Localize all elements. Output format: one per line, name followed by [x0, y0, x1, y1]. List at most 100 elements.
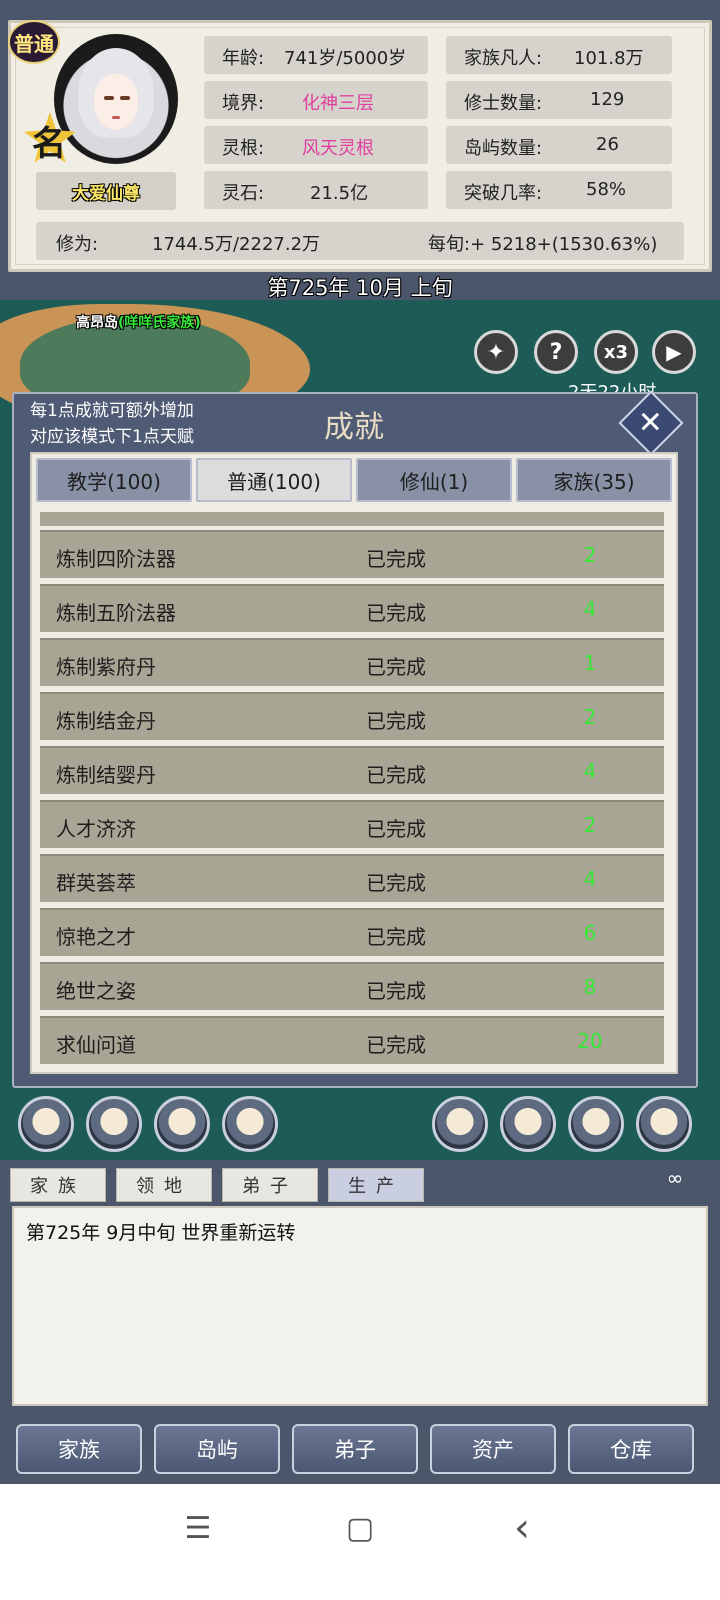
message-log[interactable]: 第725年 9月中旬 世界重新运转 [12, 1206, 708, 1406]
tab-normal[interactable]: 普通(100) [196, 458, 352, 502]
stat-age: 年龄: 741岁/5000岁 [204, 36, 428, 74]
achievement-name: 炼制紫府丹 [56, 655, 156, 679]
achievement-panel: 教学(100) 普通(100) 修仙(1) 家族(35) 炼制四阶法器 已完成 … [30, 452, 678, 1074]
achievement-points: 2 [583, 705, 597, 729]
achievement-name: 炼制结金丹 [56, 709, 156, 733]
avatar-mouth [112, 116, 120, 119]
list-item[interactable]: 人才济济 已完成 2 [40, 800, 664, 848]
stat-age-label: 年龄: [222, 48, 265, 69]
island-label: 高昂岛(咩咩氏家族) [76, 312, 201, 332]
achievement-points: 2 [583, 813, 597, 837]
list-item[interactable]: 惊艳之才 已完成 6 [40, 908, 664, 956]
pavilion-icon[interactable] [500, 1096, 556, 1152]
stat-spirit-stones-value: 21.5亿 [310, 183, 369, 204]
achievement-tabs: 教学(100) 普通(100) 修仙(1) 家族(35) [36, 458, 672, 504]
game-screen: 普通 名 大爱仙尊 年龄: 741岁/5000岁 家族凡人: 101.8万 境界… [0, 0, 720, 1600]
stat-spirit-stones-label: 灵石: [222, 183, 265, 204]
menu-icon[interactable]: ☰ [170, 1500, 226, 1556]
achievement-status: 已完成 [366, 763, 426, 787]
achievement-name: 炼制四阶法器 [56, 547, 176, 571]
stat-cultivators-label: 修士数量: [464, 93, 543, 114]
gear-icon[interactable] [636, 1096, 692, 1152]
disciple-portrait-icon[interactable] [86, 1096, 142, 1152]
speed-button[interactable]: x3 [594, 330, 638, 374]
nav-family-button[interactable]: 家族 [16, 1424, 142, 1474]
achievement-name: 炼制五阶法器 [56, 601, 176, 625]
stat-islands: 岛屿数量: 26 [446, 126, 672, 164]
talisman-icon[interactable] [432, 1096, 488, 1152]
stat-realm-value: 化神三层 [302, 93, 374, 114]
list-item[interactable]: 炼制结婴丹 已完成 4 [40, 746, 664, 794]
nav-assets-button[interactable]: 资产 [430, 1424, 556, 1474]
cultivation-value: 1744.5万/2227.2万 [152, 234, 321, 255]
nav-disciples-button[interactable]: 弟子 [292, 1424, 418, 1474]
chat-icon[interactable]: ∞ [652, 1166, 698, 1196]
stat-age-value: 741岁/5000岁 [284, 48, 407, 69]
list-item[interactable]: 群英荟萃 已完成 4 [40, 854, 664, 902]
flag-icon[interactable] [568, 1096, 624, 1152]
message-log-entry: 第725年 9月中旬 世界重新运转 [26, 1222, 296, 1244]
fortune-icon[interactable] [18, 1096, 74, 1152]
scroll-icon[interactable] [154, 1096, 210, 1152]
msg-tab-family[interactable]: 家族 [10, 1168, 106, 1202]
back-icon[interactable]: ‹ [494, 1500, 550, 1556]
achievement-points: 8 [583, 975, 597, 999]
stat-cultivators-value: 129 [590, 89, 625, 110]
island-family: (咩咩氏家族) [118, 315, 201, 331]
difficulty-badge: 普通 [8, 20, 60, 64]
list-item[interactable]: 炼制紫府丹 已完成 1 [40, 638, 664, 686]
play-button[interactable]: ▶ [652, 330, 696, 374]
list-item[interactable]: 炼制结金丹 已完成 2 [40, 692, 664, 740]
tab-tutorial[interactable]: 教学(100) [36, 458, 192, 502]
msg-tab-disciples[interactable]: 弟子 [222, 1168, 318, 1202]
achievement-status: 已完成 [366, 601, 426, 625]
hand-icon[interactable] [222, 1096, 278, 1152]
achievement-points: 1 [583, 651, 597, 675]
list-item[interactable]: 求仙问道 已完成 20 [40, 1016, 664, 1064]
avatar-eye-right [120, 96, 130, 100]
achievement-status: 已完成 [366, 925, 426, 949]
stat-spirit-root-label: 灵根: [222, 138, 265, 159]
achievement-status: 已完成 [366, 709, 426, 733]
stat-realm-label: 境界: [222, 93, 265, 114]
achievement-points: 2 [583, 543, 597, 567]
list-item[interactable]: 绝世之姿 已完成 8 [40, 962, 664, 1010]
list-item[interactable]: 炼制五阶法器 已完成 4 [40, 584, 664, 632]
achievement-status: 已完成 [366, 655, 426, 679]
player-title[interactable]: 大爱仙尊 [36, 172, 176, 210]
list-item[interactable]: 炼制四阶法器 已完成 2 [40, 530, 664, 578]
msg-tab-territory[interactable]: 领地 [116, 1168, 212, 1202]
stat-mortals-value: 101.8万 [574, 48, 644, 69]
stat-breakthrough-label: 突破几率: [464, 183, 543, 204]
nav-islands-button[interactable]: 岛屿 [154, 1424, 280, 1474]
achievement-points: 6 [583, 921, 597, 945]
stat-islands-label: 岛屿数量: [464, 138, 543, 159]
stat-spirit-root-value: 风天灵根 [302, 138, 374, 159]
tab-cultivation[interactable]: 修仙(1) [356, 458, 512, 502]
stat-spirit-stones: 灵石: 21.5亿 [204, 171, 428, 209]
achievement-name: 绝世之姿 [56, 979, 136, 1003]
cultivation-per-period: 每旬:+ 5218+(1530.63%) [428, 234, 658, 255]
achievement-points: 4 [583, 597, 597, 621]
dialog-title: 成就 [324, 410, 384, 445]
achievement-points: 4 [583, 759, 597, 783]
avatar-face [94, 74, 138, 130]
stat-realm: 境界: 化神三层 [204, 81, 428, 119]
msg-tab-production[interactable]: 生产 [328, 1168, 424, 1202]
trophy-icon[interactable]: ✦ [474, 330, 518, 374]
achievement-dialog: 每1点成就可额外增加 对应该模式下1点天赋 成就 ✕ 教学(100) 普通(10… [12, 390, 698, 1088]
stat-spirit-root: 灵根: 风天灵根 [204, 126, 428, 164]
home-icon[interactable]: ▢ [332, 1500, 388, 1556]
nav-warehouse-button[interactable]: 仓库 [568, 1424, 694, 1474]
tab-family[interactable]: 家族(35) [516, 458, 672, 502]
game-date: 第725年 10月 上旬 [267, 276, 453, 300]
achievement-points: 20 [577, 1029, 603, 1053]
achievement-status: 已完成 [366, 547, 426, 571]
achievement-name: 求仙问道 [56, 1033, 136, 1057]
close-icon: ✕ [638, 405, 664, 441]
achievement-list[interactable]: 炼制四阶法器 已完成 2 炼制五阶法器 已完成 4 炼制紫府丹 已完成 1 炼制… [40, 512, 664, 1072]
achievement-points: 4 [583, 867, 597, 891]
achievement-status: 已完成 [366, 979, 426, 1003]
help-button[interactable]: ? [534, 330, 578, 374]
stat-mortals: 家族凡人: 101.8万 [446, 36, 672, 74]
